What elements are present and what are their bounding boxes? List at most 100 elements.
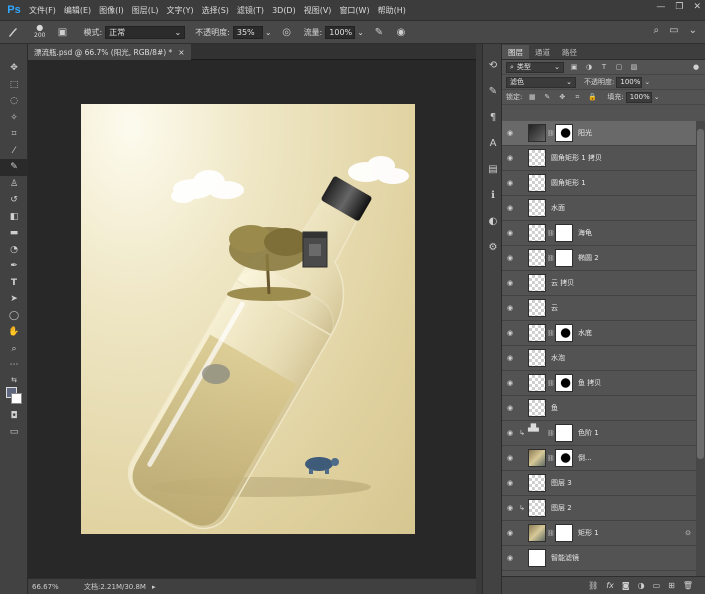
visibility-eye-icon[interactable]: ◉: [502, 154, 518, 162]
type-tool-icon[interactable]: T: [0, 275, 28, 292]
background-color-swatch[interactable]: [11, 392, 22, 404]
layer-thumbnail[interactable]: [528, 299, 546, 317]
visibility-eye-icon[interactable]: ◉: [502, 304, 518, 312]
layer-thumbnail[interactable]: [528, 474, 546, 492]
visibility-eye-icon[interactable]: ◉: [502, 254, 518, 262]
visibility-eye-icon[interactable]: ◉: [502, 504, 518, 512]
visibility-eye-icon[interactable]: ◉: [502, 379, 518, 387]
layer-opacity-input[interactable]: 100%: [616, 76, 643, 88]
screen-mode-icon[interactable]: ▭: [0, 424, 28, 441]
layer-thumbnail[interactable]: [528, 549, 546, 567]
shape-filter-icon[interactable]: ▢: [614, 62, 624, 72]
document-tab[interactable]: 漂流瓶.psd @ 66.7% (阳光, RGB/8#) * ×: [28, 44, 191, 60]
chevron-down-icon[interactable]: ⌄: [644, 78, 650, 86]
mask-link-icon[interactable]: ⛓: [547, 130, 555, 137]
layer-mask-thumbnail[interactable]: [555, 324, 573, 342]
layer-thumbnail[interactable]: ▟▙: [528, 424, 546, 442]
layer-name[interactable]: 色阶 1: [578, 428, 599, 438]
layer-thumbnail[interactable]: [528, 249, 546, 267]
visibility-eye-icon[interactable]: ◉: [502, 329, 518, 337]
layer-row[interactable]: ◉ 圆角矩形 1: [502, 171, 705, 196]
layer-mask-thumbnail[interactable]: [555, 524, 573, 542]
filter-toggle-icon[interactable]: ●: [691, 62, 701, 72]
tab-channels[interactable]: 通道: [529, 45, 556, 59]
layer-row[interactable]: ◉ ⛓ 鱼 拷贝: [502, 371, 705, 396]
opacity-input[interactable]: 35%: [232, 25, 263, 39]
visibility-eye-icon[interactable]: ◉: [502, 204, 518, 212]
layer-name[interactable]: 图层 2: [551, 503, 572, 513]
layer-mask-thumbnail[interactable]: [555, 424, 573, 442]
type-filter-icon[interactable]: T: [599, 62, 609, 72]
layer-row[interactable]: ◉ 智能滤镜: [502, 546, 705, 571]
dodge-tool-icon[interactable]: ◔: [0, 242, 28, 259]
layer-row[interactable]: ◉ ⛓ 矩形 1 ⊙: [502, 521, 705, 546]
add-mask-icon[interactable]: ◙: [622, 581, 630, 590]
link-layers-icon[interactable]: ⛓: [588, 581, 598, 590]
menu-select[interactable]: 选择(S): [198, 5, 233, 16]
layers-scrollbar[interactable]: [696, 121, 705, 576]
layer-thumbnail[interactable]: [528, 324, 546, 342]
restore-button[interactable]: ❐: [675, 2, 683, 12]
visibility-eye-icon[interactable]: ◉: [502, 454, 518, 462]
color-swatches[interactable]: [0, 386, 28, 408]
layer-name[interactable]: 云: [551, 303, 558, 313]
zoom-tool-icon[interactable]: ⌕: [0, 341, 28, 358]
menu-edit[interactable]: 编辑(E): [60, 5, 95, 16]
brush-presets-icon[interactable]: ✎: [483, 78, 503, 104]
layer-row[interactable]: ◉ ↳ ▟▙ ⛓ 色阶 1: [502, 421, 705, 446]
gradient-tool-icon[interactable]: ▬: [0, 225, 28, 242]
shape-tool-icon[interactable]: ◯: [0, 308, 28, 325]
menu-help[interactable]: 帮助(H): [374, 5, 410, 16]
layer-row[interactable]: ◉ ⛓ 海龟: [502, 221, 705, 246]
pen-tool-icon[interactable]: ✒: [0, 258, 28, 275]
status-menu-arrow[interactable]: ▸: [152, 583, 156, 591]
close-tab-icon[interactable]: ×: [178, 48, 184, 57]
move-tool-icon[interactable]: ✥: [0, 60, 28, 77]
scrollbar-thumb[interactable]: [697, 129, 704, 459]
blend-mode-select[interactable]: 滤色 ⌄: [506, 76, 576, 88]
layer-name[interactable]: 海龟: [578, 228, 592, 238]
history-panel-icon[interactable]: ⟲: [483, 52, 503, 78]
layer-mask-thumbnail[interactable]: [555, 224, 573, 242]
mode-select[interactable]: 正常 ⌄: [105, 25, 186, 39]
layer-row[interactable]: ◉ 水面: [502, 196, 705, 221]
history-brush-tool-icon[interactable]: ↺: [0, 192, 28, 209]
pixel-filter-icon[interactable]: ▣: [569, 62, 579, 72]
crop-tool-icon[interactable]: ⌗: [0, 126, 28, 143]
quick-mask-icon[interactable]: ◘: [0, 408, 28, 425]
visibility-eye-icon[interactable]: ◉: [502, 554, 518, 562]
lock-artboard-icon[interactable]: ⌗: [572, 92, 582, 102]
brush-tool-icon[interactable]: [6, 25, 20, 39]
layer-row[interactable]: ◉ ↳ 图层 2: [502, 496, 705, 521]
menu-view[interactable]: 视图(V): [300, 5, 336, 16]
canvas[interactable]: [81, 104, 415, 534]
menu-file[interactable]: 文件(F): [25, 5, 60, 16]
hand-tool-icon[interactable]: ✋: [0, 324, 28, 341]
layer-name[interactable]: 圆角矩形 1 拷贝: [551, 153, 602, 163]
new-adjustment-icon[interactable]: ◑: [638, 581, 645, 590]
layer-row[interactable]: ◉ ⛓ 倒...: [502, 446, 705, 471]
visibility-eye-icon[interactable]: ◉: [502, 429, 518, 437]
layer-name[interactable]: 云 拷贝: [551, 278, 574, 288]
lasso-tool-icon[interactable]: ◌: [0, 93, 28, 110]
more-tools-icon[interactable]: ⋯: [0, 357, 28, 374]
menu-filter[interactable]: 滤镜(T): [233, 5, 268, 16]
layer-mask-thumbnail[interactable]: [555, 374, 573, 392]
new-group-icon[interactable]: ▭: [653, 581, 661, 590]
visibility-eye-icon[interactable]: ◉: [502, 479, 518, 487]
mask-link-icon[interactable]: ⛓: [547, 455, 555, 462]
layer-thumbnail[interactable]: [528, 199, 546, 217]
layer-thumbnail[interactable]: [528, 349, 546, 367]
layer-thumbnail[interactable]: [528, 449, 546, 467]
chevron-down-icon[interactable]: ⌄: [654, 93, 660, 101]
clone-stamp-tool-icon[interactable]: ♙: [0, 176, 28, 193]
eraser-tool-icon[interactable]: ◧: [0, 209, 28, 226]
layer-mask-thumbnail[interactable]: [555, 449, 573, 467]
layer-thumbnail[interactable]: [528, 224, 546, 242]
pressure-opacity-icon[interactable]: ◎: [280, 25, 294, 39]
chevron-down-icon[interactable]: ⌄: [357, 28, 364, 37]
layer-row[interactable]: ◉ 水泡: [502, 346, 705, 371]
tool-presets-icon[interactable]: ⚙: [483, 234, 503, 260]
visibility-eye-icon[interactable]: ◉: [502, 529, 518, 537]
visibility-eye-icon[interactable]: ◉: [502, 404, 518, 412]
